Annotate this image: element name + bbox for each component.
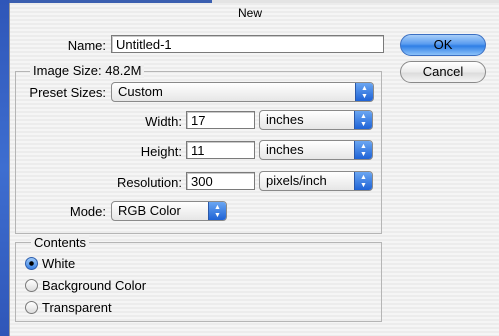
mode-value: RGB Color — [118, 203, 181, 218]
popup-arrows-icon: ▲ ▼ — [354, 111, 372, 129]
image-size-value: 48.2M — [105, 63, 142, 78]
popup-arrows-icon: ▲ ▼ — [354, 172, 372, 190]
radio-icon — [25, 301, 38, 314]
mode-popup[interactable]: RGB Color ▲ ▼ — [111, 201, 227, 221]
contents-option-transparent[interactable]: Transparent — [25, 300, 112, 315]
resolution-label: Resolution: — [116, 175, 182, 190]
height-unit-popup[interactable]: inches ▲ ▼ — [259, 140, 373, 160]
height-label: Height: — [140, 144, 182, 159]
desktop-background — [0, 0, 9, 336]
preset-sizes-popup[interactable]: Custom ▲ ▼ — [111, 82, 374, 102]
radio-icon — [25, 279, 38, 292]
contents-option-label: Transparent — [42, 300, 112, 315]
popup-arrows-icon: ▲ ▼ — [208, 202, 226, 220]
ok-button[interactable]: OK — [400, 34, 486, 56]
contents-option-background-color[interactable]: Background Color — [25, 278, 146, 293]
width-unit-value: inches — [266, 112, 304, 127]
new-document-dialog: New Name: Untitled-1 Image Size: 48.2M P… — [9, 3, 499, 336]
height-field[interactable]: 11 — [186, 141, 255, 159]
preset-sizes-value: Custom — [118, 84, 163, 99]
resolution-field[interactable]: 300 — [186, 172, 255, 190]
width-unit-popup[interactable]: inches ▲ ▼ — [259, 110, 373, 130]
resolution-unit-popup[interactable]: pixels/inch ▲ ▼ — [259, 171, 373, 191]
contents-option-label: White — [42, 256, 76, 271]
name-label: Name: — [67, 38, 106, 53]
height-unit-value: inches — [266, 142, 304, 157]
contents-option-label: Background Color — [42, 278, 147, 293]
preset-sizes-label: Preset Sizes: — [29, 85, 106, 100]
popup-arrows-icon: ▲ ▼ — [355, 83, 373, 101]
dialog-title: New — [238, 6, 263, 20]
popup-arrows-icon: ▲ ▼ — [354, 141, 372, 159]
radio-selected-icon — [25, 257, 38, 270]
mode-label: Mode: — [69, 204, 106, 219]
contents-option-white[interactable]: White — [25, 256, 75, 271]
name-field[interactable]: Untitled-1 — [111, 35, 384, 53]
image-size-heading: Image Size: 48.2M — [30, 63, 145, 78]
cancel-button[interactable]: Cancel — [400, 61, 486, 83]
width-field[interactable]: 17 — [186, 111, 255, 129]
image-size-label: Image Size: — [33, 63, 102, 78]
contents-heading: Contents — [31, 235, 90, 250]
resolution-unit-value: pixels/inch — [266, 173, 327, 188]
width-label: Width: — [145, 114, 182, 129]
